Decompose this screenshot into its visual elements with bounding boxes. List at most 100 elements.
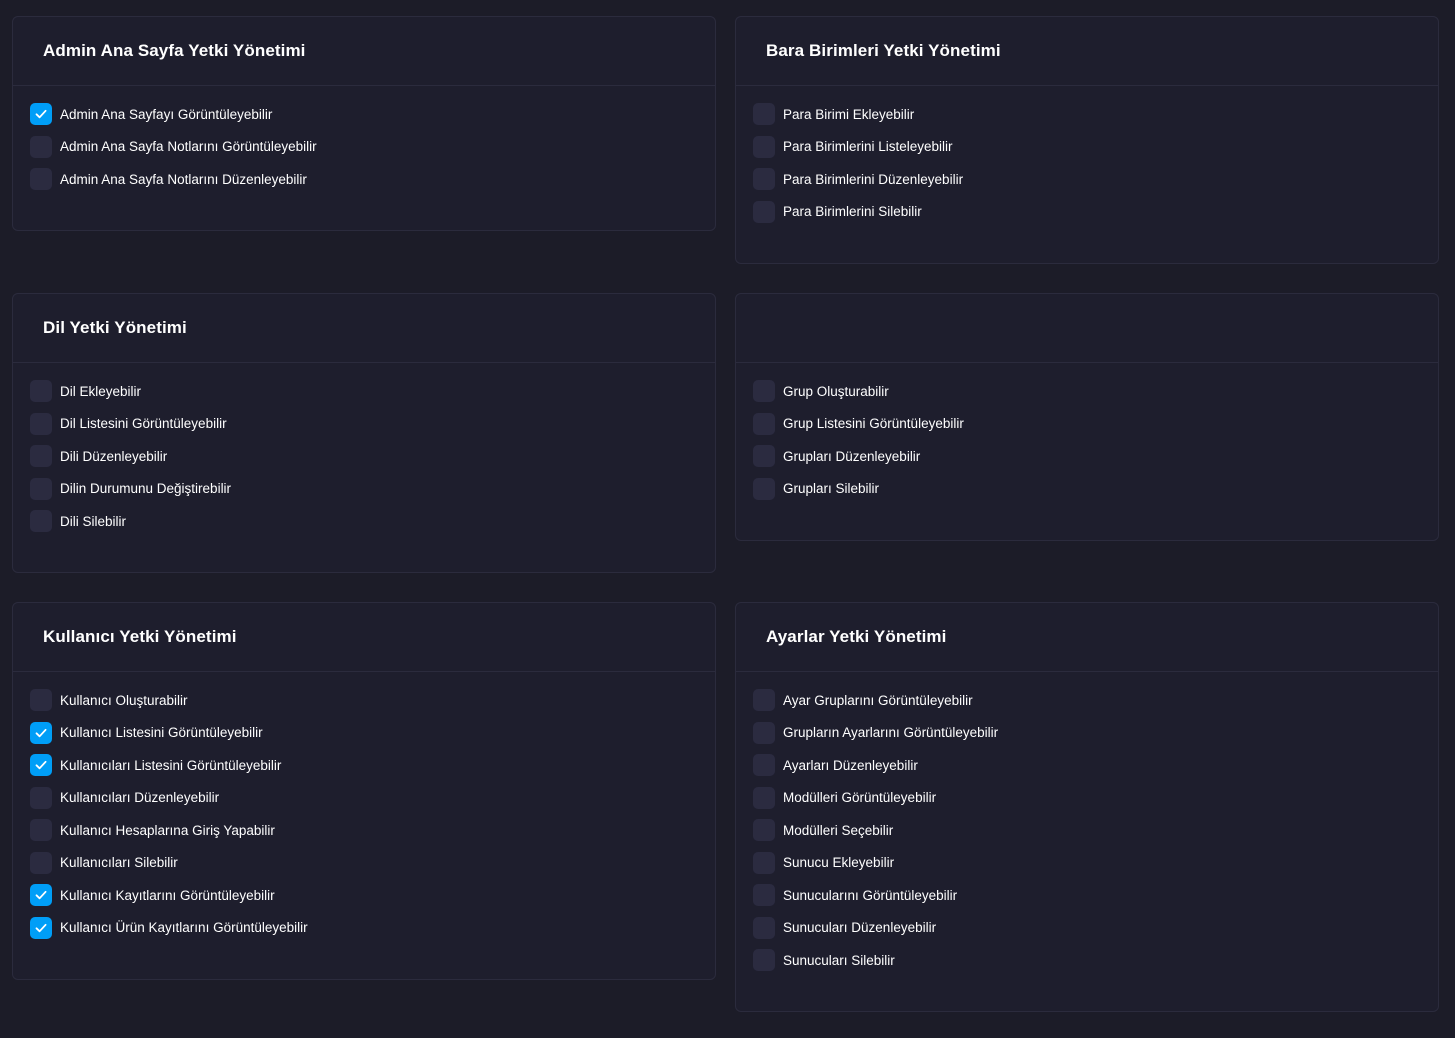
permission-row[interactable]: Para Birimlerini Listeleyebilir xyxy=(753,135,1438,158)
permission-label: Dili Silebilir xyxy=(60,513,127,529)
permission-row[interactable]: Ayarları Düzenleyebilir xyxy=(753,754,1438,776)
permission-row[interactable]: Kullanıcıları Silebilir xyxy=(30,851,715,874)
permission-checkbox[interactable] xyxy=(30,851,52,874)
permission-checkbox[interactable] xyxy=(30,884,52,906)
permission-checkbox[interactable] xyxy=(30,721,52,744)
permission-row[interactable]: Dil Listesini Görüntüleyebilir xyxy=(30,412,715,435)
permission-row[interactable]: Modülleri Görüntüleyebilir xyxy=(753,786,1438,809)
card-header xyxy=(736,294,1438,363)
card-header: Bara Birimleri Yetki Yönetimi xyxy=(736,17,1438,86)
permission-row[interactable]: Sunucu Ekleyebilir xyxy=(753,851,1438,874)
permission-label: Para Birimlerini Düzenleyebilir xyxy=(783,171,964,187)
card-settings-permissions: Ayarlar Yetki Yönetimi Ayar Gruplarını G… xyxy=(735,602,1439,1012)
permission-checkbox[interactable] xyxy=(753,103,775,125)
permission-checkbox[interactable] xyxy=(753,477,775,500)
permission-row[interactable]: Sunucuları Silebilir xyxy=(753,949,1438,971)
permission-label: Ayar Gruplarını Görüntüleyebilir xyxy=(783,692,973,708)
card-group-permissions: Grup Oluşturabilir Grup Listesini Görüntü… xyxy=(735,293,1439,541)
card-header: Ayarlar Yetki Yönetimi xyxy=(736,603,1438,672)
permission-row[interactable]: Kullanıcı Hesaplarına Giriş Yapabilir xyxy=(30,819,715,841)
permission-checkbox[interactable] xyxy=(30,445,52,467)
checkmark-icon xyxy=(35,760,47,770)
permission-checkbox[interactable] xyxy=(753,721,775,744)
permission-row[interactable]: Grupları Düzenleyebilir xyxy=(753,445,1438,467)
permission-checkbox[interactable] xyxy=(30,754,52,776)
permission-list: Dil Ekleyebilir Dil Listesini Görüntüleye… xyxy=(13,363,715,532)
permission-checkbox[interactable] xyxy=(30,412,52,435)
permission-row[interactable]: Kullanıcı Kayıtlarını Görüntüleyebilir xyxy=(30,884,715,906)
permission-checkbox[interactable] xyxy=(753,380,775,402)
permission-label: Sunucuları Silebilir xyxy=(783,952,895,968)
permission-row[interactable]: Modülleri Seçebilir xyxy=(753,819,1438,841)
permission-label: Kullanıcı Oluşturabilir xyxy=(60,692,188,708)
permission-row[interactable]: Admin Ana Sayfayı Görüntüleyebilir xyxy=(30,103,715,125)
permission-label: Modülleri Görüntüleyebilir xyxy=(783,790,937,805)
permission-checkbox[interactable] xyxy=(753,135,775,158)
permission-row[interactable]: Grupların Ayarlarını Görüntüleyebilir xyxy=(753,721,1438,744)
card-title: Bara Birimleri Yetki Yönetimi xyxy=(766,41,1001,60)
permission-checkbox[interactable] xyxy=(753,689,775,711)
permission-checkbox[interactable] xyxy=(30,135,52,158)
permission-checkbox[interactable] xyxy=(753,949,775,971)
permission-label: Kullanıcı Listesini Görüntüleyebilir xyxy=(60,725,263,740)
permission-list: Admin Ana Sayfayı Görüntüleyebilir Admin … xyxy=(13,86,715,190)
permission-row[interactable]: Para Birimlerini Düzenleyebilir xyxy=(753,168,1438,190)
permission-label: Admin Ana Sayfa Notlarını Görüntüleyebil… xyxy=(60,139,317,154)
permission-row[interactable]: Dili Düzenleyebilir xyxy=(30,445,715,467)
permission-checkbox[interactable] xyxy=(753,754,775,776)
permission-row[interactable]: Para Birimlerini Silebilir xyxy=(753,200,1438,223)
permission-checkbox[interactable] xyxy=(753,445,775,467)
permission-checkbox[interactable] xyxy=(30,477,52,500)
permission-label: Grup Oluşturabilir xyxy=(783,383,889,399)
checkmark-icon xyxy=(35,890,47,900)
permission-row[interactable]: Kullanıcıları Düzenleyebilir xyxy=(30,786,715,809)
permission-row[interactable]: Dili Silebilir xyxy=(30,510,715,532)
permission-checkbox[interactable] xyxy=(30,380,52,402)
permission-row[interactable]: Para Birimi Ekleyebilir xyxy=(753,103,1438,125)
card-title: Ayarlar Yetki Yönetimi xyxy=(766,627,947,646)
permission-row[interactable]: Kullanıcı Oluşturabilir xyxy=(30,689,715,711)
card-title: Dil Yetki Yönetimi xyxy=(43,318,187,337)
permission-label: Admin Ana Sayfa Notlarını Düzenleyebilir xyxy=(60,171,307,187)
permission-checkbox[interactable] xyxy=(30,819,52,841)
permission-checkbox[interactable] xyxy=(753,200,775,223)
permission-row[interactable]: Grupları Silebilir xyxy=(753,477,1438,500)
permission-row[interactable]: Sunucularını Görüntüleyebilir xyxy=(753,884,1438,906)
permission-checkbox[interactable] xyxy=(30,916,52,939)
permission-label: Kullanıcıları Düzenleyebilir xyxy=(60,790,220,805)
permission-row[interactable]: Kullanıcı Ürün Kayıtlarını Görüntüleyebi… xyxy=(30,916,715,939)
permission-label: Dilin Durumunu Değiştirebilir xyxy=(60,481,232,496)
permission-checkbox[interactable] xyxy=(753,916,775,939)
permission-label: Para Birimlerini Silebilir xyxy=(783,204,922,219)
permission-checkbox[interactable] xyxy=(30,786,52,809)
permission-checkbox[interactable] xyxy=(30,510,52,532)
card-admin-home-permissions: Admin Ana Sayfa Yetki Yönetimi Admin Ana… xyxy=(12,16,716,231)
permission-checkbox[interactable] xyxy=(753,412,775,435)
permission-label: Admin Ana Sayfayı Görüntüleyebilir xyxy=(60,106,273,122)
permission-label: Modülleri Seçebilir xyxy=(783,822,894,838)
permission-label: Kullanıcı Hesaplarına Giriş Yapabilir xyxy=(60,822,275,838)
permission-checkbox[interactable] xyxy=(30,689,52,711)
permission-checkbox[interactable] xyxy=(753,851,775,874)
permission-checkbox[interactable] xyxy=(753,168,775,190)
permission-row[interactable]: Ayar Gruplarını Görüntüleyebilir xyxy=(753,689,1438,711)
permission-row[interactable]: Dil Ekleyebilir xyxy=(30,380,715,402)
permission-checkbox[interactable] xyxy=(753,819,775,841)
permission-row[interactable]: Admin Ana Sayfa Notlarını Düzenleyebilir xyxy=(30,168,715,190)
permission-row[interactable]: Kullanıcıları Listesini Görüntüleyebilir xyxy=(30,754,715,776)
permission-checkbox[interactable] xyxy=(30,168,52,190)
permission-row[interactable]: Grup Listesini Görüntüleyebilir xyxy=(753,412,1438,435)
permission-label: Sunucularını Görüntüleyebilir xyxy=(783,887,958,903)
permission-list: Para Birimi Ekleyebilir Para Birimlerini … xyxy=(736,86,1438,223)
permission-label: Sunucuları Düzenleyebilir xyxy=(783,920,937,935)
permission-row[interactable]: Grup Oluşturabilir xyxy=(753,380,1438,402)
permission-checkbox[interactable] xyxy=(30,103,52,125)
permission-row[interactable]: Dilin Durumunu Değiştirebilir xyxy=(30,477,715,500)
permission-row[interactable]: Sunucuları Düzenleyebilir xyxy=(753,916,1438,939)
permission-row[interactable]: Admin Ana Sayfa Notlarını Görüntüleyebil… xyxy=(30,135,715,158)
permission-checkbox[interactable] xyxy=(753,786,775,809)
card-header: Kullanıcı Yetki Yönetimi xyxy=(13,603,715,672)
permission-row[interactable]: Kullanıcı Listesini Görüntüleyebilir xyxy=(30,721,715,744)
permission-checkbox[interactable] xyxy=(753,884,775,906)
permission-label: Kullanıcı Kayıtlarını Görüntüleyebilir xyxy=(60,887,275,903)
